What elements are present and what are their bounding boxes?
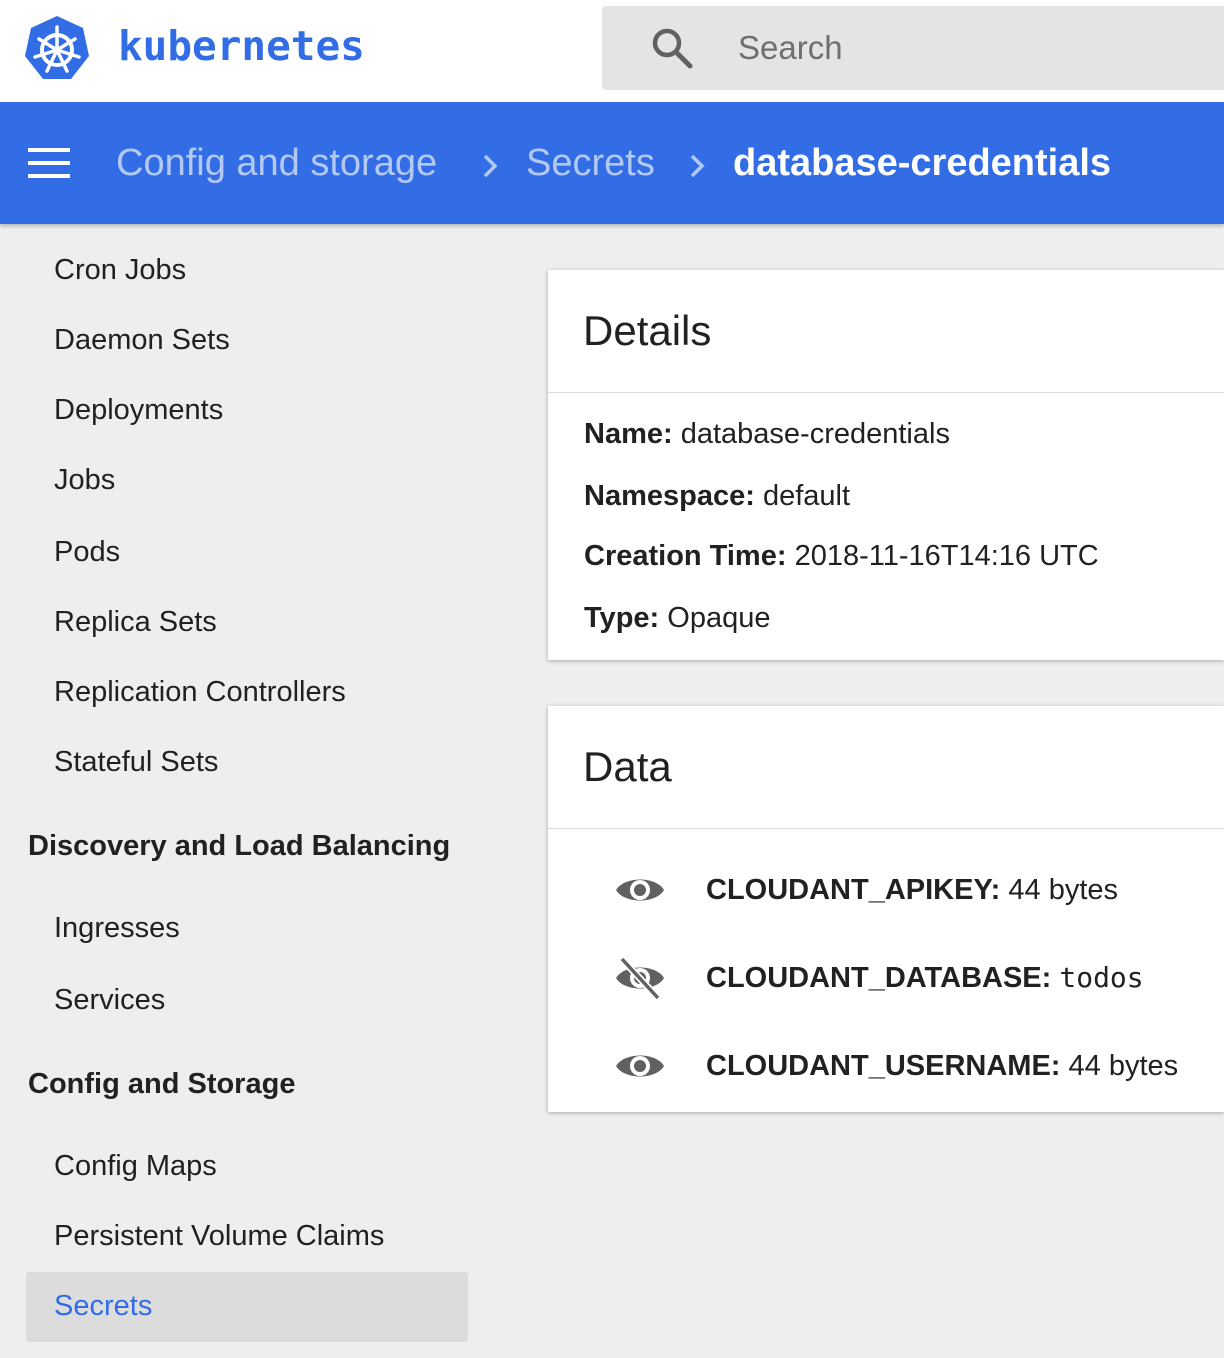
menu-icon[interactable] <box>28 148 70 178</box>
sidebar-item-deployments[interactable]: Deployments <box>54 392 223 428</box>
data-entry: CLOUDANT_DATABASE: todos <box>706 960 1144 996</box>
sidebar-item-pods[interactable]: Pods <box>54 534 120 570</box>
detail-namespace: Namespace: default <box>584 478 850 514</box>
breadcrumb-current: database-credentials <box>733 142 1112 184</box>
data-entry: CLOUDANT_APIKEY: 44 bytes <box>706 872 1118 908</box>
detail-key: Creation Time: <box>584 540 787 572</box>
sidebar-item-replica-sets[interactable]: Replica Sets <box>54 604 217 640</box>
data-card: Data CLOUDANT_APIKEY: 44 bytes CLOUDANT_… <box>548 706 1224 1112</box>
sidebar-item-label: Secrets <box>54 1290 153 1322</box>
data-row-database: CLOUDANT_DATABASE: todos <box>614 952 1214 1004</box>
detail-key: Type: <box>584 602 660 634</box>
sidebar-item-services[interactable]: Services <box>54 982 165 1018</box>
sidebar-section-discovery[interactable]: Discovery and Load Balancing <box>28 828 450 864</box>
data-value: todos <box>1059 961 1144 994</box>
divider <box>548 392 1224 393</box>
detail-key: Namespace: <box>584 480 755 512</box>
sidebar-item-ingresses[interactable]: Ingresses <box>54 910 180 946</box>
eye-icon[interactable] <box>614 868 666 912</box>
detail-type: Type: Opaque <box>584 600 770 636</box>
top-bar: kubernetes <box>0 0 1224 102</box>
sidebar-item-stateful-sets[interactable]: Stateful Sets <box>54 744 218 780</box>
data-row-apikey: CLOUDANT_APIKEY: 44 bytes <box>614 864 1214 916</box>
data-value: 44 bytes <box>1068 1050 1179 1082</box>
sidebar-item-replication-controllers[interactable]: Replication Controllers <box>54 674 346 710</box>
data-row-username: CLOUDANT_USERNAME: 44 bytes <box>614 1040 1214 1092</box>
sidebar: Cron Jobs Daemon Sets Deployments Jobs P… <box>0 224 500 1358</box>
data-key: CLOUDANT_DATABASE: <box>706 962 1052 994</box>
sidebar-section-config-storage[interactable]: Config and Storage <box>28 1066 295 1102</box>
divider <box>548 828 1224 829</box>
breadcrumb-header: Config and storage Secrets database-cred… <box>0 102 1224 224</box>
eye-icon[interactable] <box>614 1044 666 1088</box>
search-icon <box>652 28 693 69</box>
data-key: CLOUDANT_USERNAME: <box>706 1050 1061 1082</box>
brand-name[interactable]: kubernetes <box>118 22 365 70</box>
breadcrumb-secrets[interactable]: Secrets <box>526 140 655 186</box>
eye-off-icon[interactable] <box>614 956 666 1000</box>
details-card: Details Name: database-credentials Names… <box>548 270 1224 660</box>
data-value: 44 bytes <box>1008 874 1119 906</box>
detail-value: database-credentials <box>680 418 950 450</box>
kubernetes-logo-icon[interactable] <box>22 14 92 84</box>
search-bar[interactable] <box>602 6 1224 90</box>
sidebar-item-persistent-volume-claims[interactable]: Persistent Volume Claims <box>54 1218 384 1254</box>
details-title: Details <box>583 307 712 354</box>
sidebar-item-cron-jobs[interactable]: Cron Jobs <box>54 252 186 288</box>
sidebar-item-jobs[interactable]: Jobs <box>54 462 115 498</box>
detail-value: default <box>762 480 851 512</box>
chevron-right-icon <box>690 154 705 178</box>
chevron-right-icon <box>483 154 498 178</box>
breadcrumb-config-and-storage[interactable]: Config and storage <box>116 140 437 186</box>
sidebar-item-config-maps[interactable]: Config Maps <box>54 1148 217 1184</box>
data-entry: CLOUDANT_USERNAME: 44 bytes <box>706 1048 1178 1084</box>
data-title: Data <box>583 743 672 790</box>
data-key: CLOUDANT_APIKEY: <box>706 874 1001 906</box>
detail-name: Name: database-credentials <box>584 416 950 452</box>
detail-key: Name: <box>584 418 673 450</box>
detail-value: 2018-11-16T14:16 UTC <box>794 540 1099 572</box>
sidebar-item-daemon-sets[interactable]: Daemon Sets <box>54 322 230 358</box>
detail-creation-time: Creation Time: 2018-11-16T14:16 UTC <box>584 538 1099 574</box>
search-input[interactable] <box>738 24 1198 72</box>
detail-value: Opaque <box>667 602 771 634</box>
sidebar-item-secrets[interactable]: Secrets <box>26 1272 468 1342</box>
